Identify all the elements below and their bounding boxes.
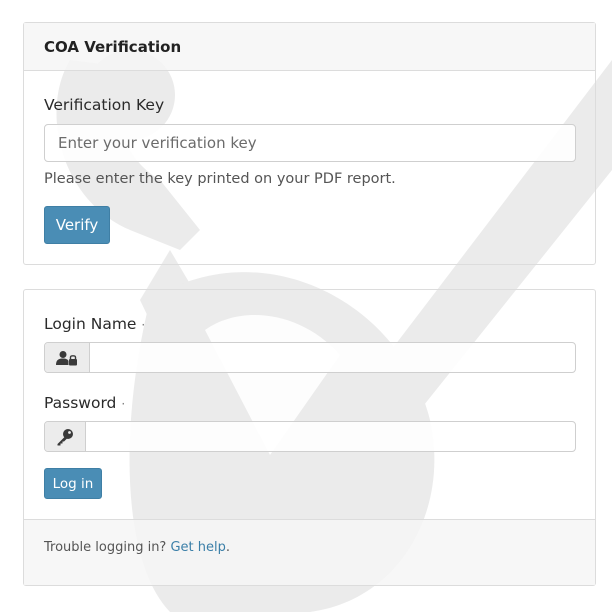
login-name-label: Login Name · — [44, 315, 145, 333]
password-group — [44, 421, 576, 452]
coa-verification-card: COA Verification Verification Key Please… — [23, 22, 596, 265]
verify-button[interactable]: Verify — [44, 206, 110, 244]
required-marker: · — [121, 397, 126, 411]
help-link-suffix: . — [225, 540, 231, 555]
verification-help-text: Please enter the key printed on your PDF… — [44, 171, 396, 187]
trouble-text: Trouble logging in? — [44, 540, 167, 555]
verification-key-label: Verification Key — [44, 96, 165, 114]
login-name-input[interactable] — [90, 343, 575, 372]
get-help-link[interactable]: Get help — [170, 540, 225, 555]
required-marker: · — [141, 318, 146, 332]
card-footer: Trouble logging in? Get help. — [24, 519, 595, 585]
password-input[interactable] — [86, 422, 575, 451]
login-name-group — [44, 342, 576, 373]
card-title: COA Verification — [44, 38, 182, 56]
key-icon — [45, 422, 86, 451]
verification-key-input[interactable] — [44, 124, 576, 162]
login-card: Login Name · Password · Log in Trouble l… — [23, 289, 596, 586]
login-button[interactable]: Log in — [44, 468, 102, 499]
password-label: Password · — [44, 394, 125, 412]
card-header: COA Verification — [24, 23, 595, 71]
password-label-text: Password — [44, 394, 117, 412]
login-name-label-text: Login Name — [44, 315, 137, 333]
page: COA Verification Verification Key Please… — [0, 0, 612, 612]
user-lock-icon — [45, 343, 90, 372]
